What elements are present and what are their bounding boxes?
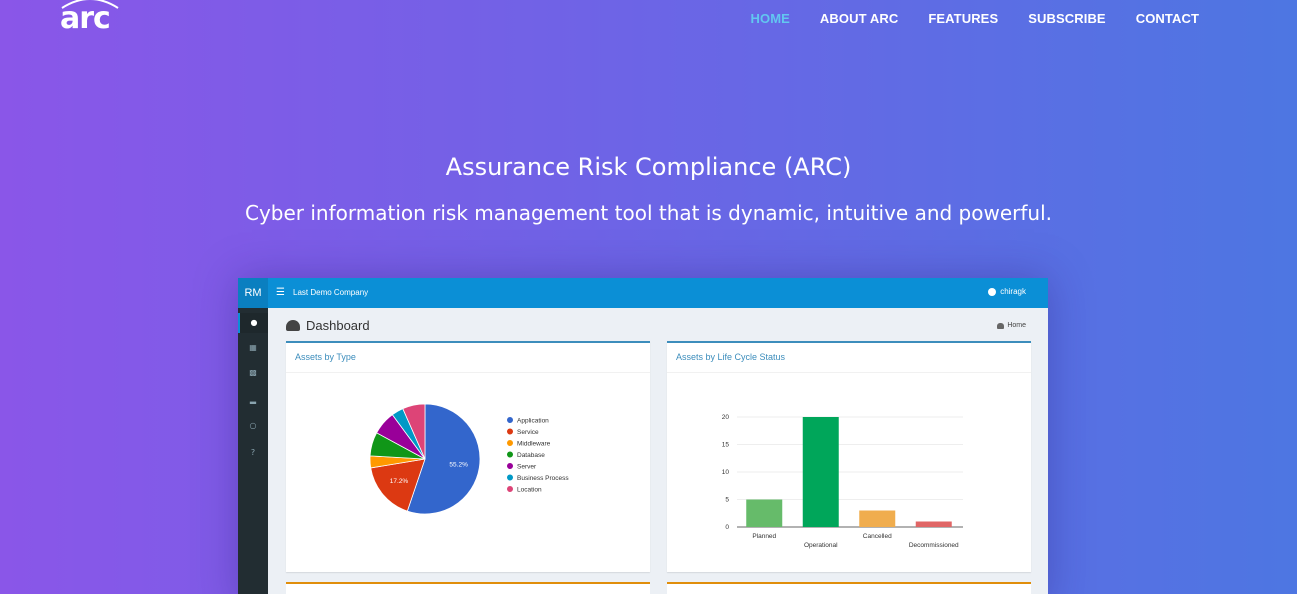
dashboard-icon[interactable]: ●	[238, 313, 268, 333]
x-tick-decommissioned: Decommissioned	[909, 542, 959, 549]
bar-operational[interactable]	[802, 417, 839, 527]
legend-item-application[interactable]: Application	[517, 417, 549, 424]
app-user-name: chiragk	[1000, 287, 1026, 296]
y-tick-10: 10	[722, 469, 730, 476]
dashboard-title: Dashboard	[306, 318, 370, 333]
pie-chart-title: Assets by Type	[286, 343, 650, 373]
y-tick-15: 15	[722, 442, 730, 449]
building-icon[interactable]: ▦	[238, 338, 268, 358]
pie-label-0: 55.2%	[449, 462, 468, 469]
legend-item-business-process[interactable]: Business Process	[517, 475, 569, 482]
main-nav: HOME ABOUT ARC FEATURES SUBSCRIBE CONTAC…	[751, 11, 1200, 26]
app-header: RM ☰ Last Demo Company chiragk	[238, 278, 1048, 308]
hamburger-icon[interactable]: ☰	[276, 287, 285, 299]
lower-box-left	[286, 582, 650, 594]
app-preview: RM ☰ Last Demo Company chiragk ● ▦ ▩ ▂ ○…	[238, 278, 1048, 594]
help-icon[interactable]: ?	[238, 443, 268, 463]
legend-marker-6	[507, 486, 513, 492]
bar-cancelled[interactable]	[859, 510, 896, 528]
x-tick-operational: Operational	[804, 542, 838, 549]
dashboard-heading: Dashboard	[286, 318, 370, 333]
breadcrumb-home: Home	[1007, 322, 1026, 329]
app-company-name: Last Demo Company	[293, 288, 369, 297]
legend-item-database[interactable]: Database	[517, 452, 545, 459]
bar-planned[interactable]	[746, 499, 783, 528]
legend-item-service[interactable]: Service	[517, 429, 539, 436]
legend-marker-4	[507, 463, 513, 469]
legend-marker-1	[507, 428, 513, 435]
assets-by-life-cycle-chart: 0 5 10 15 20 Planned Operational Cancelled Decom…	[722, 414, 963, 549]
briefcase-icon[interactable]: ▩	[238, 363, 268, 383]
app-user-menu[interactable]: chiragk	[988, 287, 1026, 296]
legend-item-location[interactable]: Location	[517, 486, 542, 493]
legend-marker-2	[507, 440, 513, 446]
breadcrumb[interactable]: Home	[997, 322, 1026, 329]
nav-contact[interactable]: CONTACT	[1136, 11, 1199, 26]
home-icon	[997, 322, 1005, 329]
y-tick-0: 0	[725, 524, 729, 531]
hero-subtitle: Cyber information risk management tool t…	[244, 201, 1053, 225]
user-icon	[988, 287, 997, 296]
app-brand[interactable]: RM	[238, 278, 268, 308]
x-tick-planned: Planned	[752, 533, 776, 540]
nav-subscribe[interactable]: SUBSCRIBE	[1028, 11, 1105, 26]
assets-by-type-chart: 55.2% 17.2% Application Service Middleware Da…	[369, 403, 569, 515]
nav-about-arc[interactable]: ABOUT ARC	[820, 11, 898, 26]
arc-logo[interactable]: arc	[60, 0, 120, 36]
hero-title: Assurance Risk Compliance (ARC)	[445, 153, 852, 181]
nav-features[interactable]: FEATURES	[928, 11, 998, 26]
logo-text: arc	[60, 1, 111, 36]
bar-chart-icon[interactable]: ▂	[238, 390, 268, 410]
lower-box-right	[667, 582, 1031, 594]
pie-label-1: 17.2%	[390, 478, 409, 485]
bar-chart-title: Assets by Life Cycle Status	[667, 343, 1031, 373]
bar-decommissioned[interactable]	[915, 521, 952, 528]
app-sidebar: ● ▦ ▩ ▂ ○ ?	[238, 308, 268, 594]
lock-icon[interactable]: ○	[238, 416, 268, 436]
assets-by-type-box: Assets by Type 55.2% 17.2% Application Serv…	[286, 341, 650, 572]
x-tick-cancelled: Cancelled	[863, 533, 892, 540]
legend-item-server[interactable]: Server	[517, 463, 537, 470]
dashboard-gauge-icon	[286, 320, 300, 331]
legend-marker-0	[507, 417, 513, 423]
y-tick-5: 5	[725, 497, 729, 504]
legend-marker-5	[507, 474, 513, 481]
legend-marker-3	[507, 451, 513, 458]
nav-home[interactable]: HOME	[751, 11, 790, 26]
assets-by-life-cycle-box: Assets by Life Cycle Status 0 5 10 15 20 Plan…	[667, 341, 1031, 572]
y-tick-20: 20	[722, 414, 730, 421]
legend-item-middleware[interactable]: Middleware	[517, 440, 551, 447]
